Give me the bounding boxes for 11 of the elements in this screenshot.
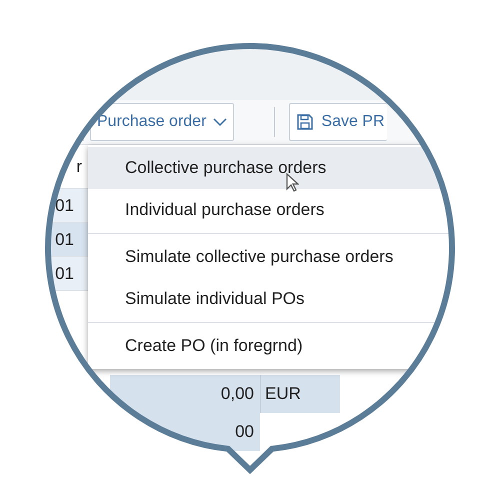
save-icon: [296, 113, 314, 131]
amount-cell: 0,00: [110, 375, 260, 413]
chevron-down-icon: [213, 118, 228, 126]
save-button[interactable]: Save PR: [289, 103, 387, 141]
menu-item[interactable]: Simulate collective purchase orders: [88, 236, 500, 278]
menu-item[interactable]: Simulate individual POs: [88, 278, 500, 320]
currency-cell: EUR: [260, 375, 340, 413]
menu-button[interactable]: Purchase order: [90, 103, 234, 141]
menu-item[interactable]: Create PO (in foregrnd): [88, 325, 500, 367]
mouse-pointer-icon: [286, 173, 299, 192]
menu-item[interactable]: Individual purchase orders: [88, 189, 500, 231]
